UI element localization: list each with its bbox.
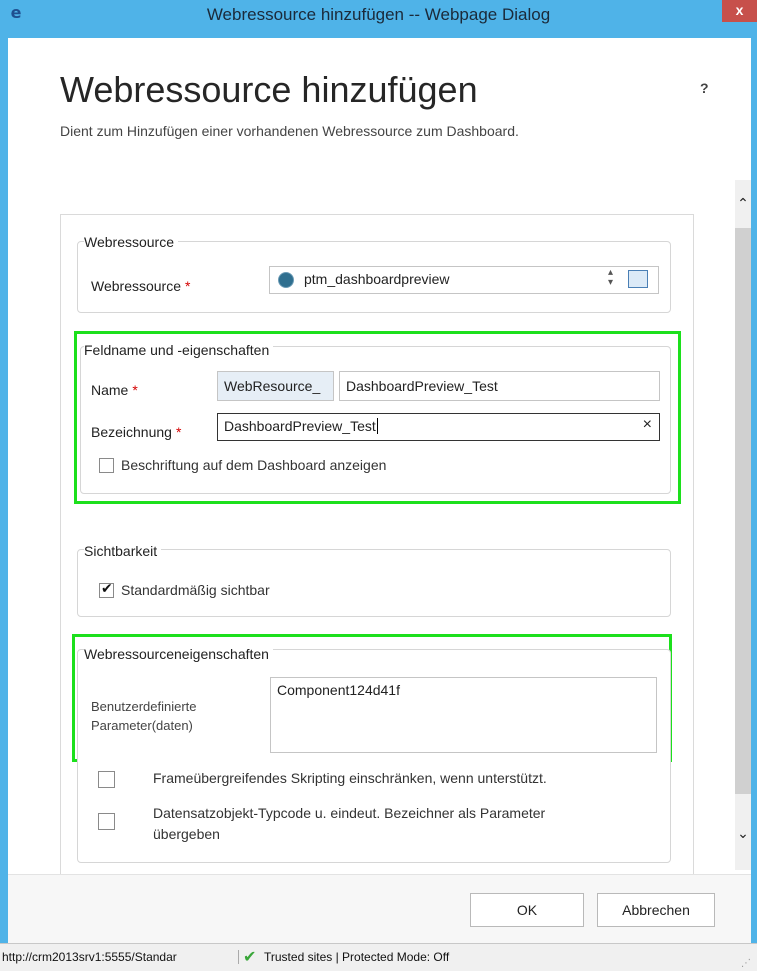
webresource-lookup[interactable]: ptm_dashboardpreview ▴ ▾	[269, 266, 659, 294]
window-right-border	[751, 38, 757, 968]
window-titlebar: e Webressource hinzufügen -- Webpage Dia…	[0, 0, 757, 38]
clear-icon[interactable]: ×	[643, 416, 652, 434]
lookup-icon[interactable]	[628, 270, 648, 288]
show-label-checkbox-label: Beschriftung auf dem Dashboard anzeigen	[121, 457, 387, 473]
label-label: Bezeichnung *	[91, 424, 182, 440]
visibility-group-legend: Sichtbarkeit	[84, 543, 162, 559]
scroll-down-icon[interactable]: ⌄	[735, 826, 751, 850]
show-label-checkbox[interactable]	[99, 458, 114, 473]
window-left-border	[0, 38, 8, 968]
default-visible-checkbox[interactable]	[99, 581, 114, 598]
close-button[interactable]: x	[722, 0, 757, 22]
pass-record-label: Datensatzobjekt-Typcode u. eindeut. Beze…	[153, 805, 546, 842]
label-input[interactable]: DashboardPreview_Test ×	[217, 413, 660, 441]
webresource-label: Webressource *	[91, 278, 191, 294]
scroll-up-icon[interactable]: ⌃	[735, 196, 751, 220]
resize-grip-icon[interactable]: ⋰	[741, 958, 751, 969]
scrollbar-thumb[interactable]	[735, 228, 751, 794]
cancel-button[interactable]: Abbrechen	[597, 893, 715, 927]
required-marker: *	[132, 382, 138, 398]
checkmark-icon: ✔	[243, 947, 257, 966]
params-label: Benutzerdefinierte Parameter(daten)	[91, 699, 197, 733]
label-input-value: DashboardPreview_Test	[224, 418, 376, 434]
spinner-icon[interactable]: ▴ ▾	[608, 268, 613, 288]
help-icon[interactable]: ?	[700, 80, 709, 96]
required-marker: *	[175, 424, 182, 440]
window-title: Webressource hinzufügen -- Webpage Dialo…	[206, 5, 551, 24]
restrict-scripting-checkbox[interactable]	[98, 771, 115, 788]
properties-group-legend: Webressourceneigenschaften	[84, 646, 273, 662]
name-prefix: WebResource_	[217, 371, 334, 401]
webresource-group-legend: Webressource	[84, 234, 179, 250]
webresource-icon	[278, 272, 294, 288]
webresource-value: ptm_dashboardpreview	[304, 271, 450, 287]
page-title: Webressource hinzufügen	[60, 69, 478, 110]
field-group-legend: Feldname und -eigenschaften	[84, 342, 274, 358]
status-url: http://crm2013srv1:5555/Standar	[2, 950, 239, 964]
name-input[interactable]: DashboardPreview_Test	[339, 371, 660, 401]
status-bar: http://crm2013srv1:5555/Standar ✔ Truste…	[0, 943, 757, 971]
restrict-scripting-label: Frameübergreifendes Skripting einschränk…	[153, 770, 547, 786]
name-label: Name *	[91, 382, 138, 398]
default-visible-label: Standardmäßig sichtbar	[121, 582, 270, 598]
security-zone: Trusted sites | Protected Mode: Off	[264, 950, 450, 964]
page-description: Dient zum Hinzufügen einer vorhandenen W…	[60, 123, 519, 139]
required-marker: *	[185, 278, 191, 294]
params-textarea[interactable]: Component124d41f	[270, 677, 657, 753]
pass-record-checkbox[interactable]	[98, 813, 115, 830]
ok-button[interactable]: OK	[470, 893, 584, 927]
